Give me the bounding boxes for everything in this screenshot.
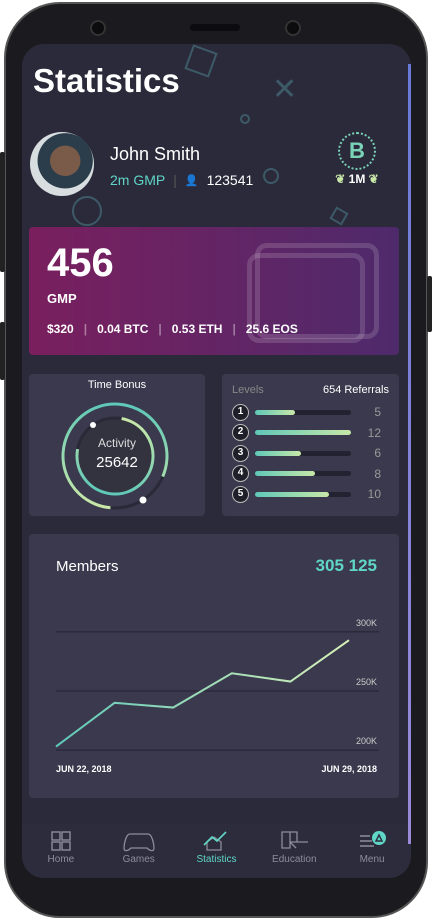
bixby-button xyxy=(0,322,5,380)
deco-circle xyxy=(240,114,250,124)
nav-home[interactable]: Home xyxy=(22,824,100,878)
time-bonus-card[interactable]: Time Bonus Activity 25642 xyxy=(29,374,205,516)
level-bar xyxy=(255,491,351,497)
user-name: John Smith xyxy=(110,144,201,164)
level-count: 5 xyxy=(374,405,381,420)
front-camera-icon xyxy=(90,20,106,36)
members-card[interactable]: Members 305 125 300K 250K 200K JUN 22, 2018… xyxy=(29,534,399,798)
levels-title: Levels xyxy=(232,384,264,396)
y-tick-label: 300K xyxy=(356,618,377,628)
level-number: 4 xyxy=(232,465,249,483)
deco-cross: ✕ xyxy=(272,73,298,106)
deco-square xyxy=(329,206,349,226)
deco-circle xyxy=(263,168,279,184)
level-count: 10 xyxy=(367,487,381,502)
home-grid-icon xyxy=(51,831,71,851)
level-bar xyxy=(255,450,351,456)
balance-eos: 25.6 EOS xyxy=(245,322,298,336)
avatar[interactable] xyxy=(30,132,94,196)
level-count: 6 xyxy=(374,446,381,461)
level-count: 8 xyxy=(374,466,381,481)
bitcoin-icon: B xyxy=(338,132,376,170)
screen: ✕ Statistics John Smith 2m GMP | 👤 12354… xyxy=(22,44,411,878)
activity-label: Activity xyxy=(97,436,136,450)
user-gmp: 2m GMP xyxy=(110,172,166,188)
speaker-grille xyxy=(190,24,240,31)
x-tick-label: JUN 22, 2018 xyxy=(56,764,112,774)
activity-value: 25642 xyxy=(96,454,138,471)
balance-amount: 456 xyxy=(47,241,114,285)
book-icon xyxy=(281,831,309,849)
deco-square xyxy=(184,44,218,78)
level-row: 5 10 xyxy=(232,484,389,505)
statistics-icon xyxy=(203,831,228,851)
nav-education[interactable]: Education xyxy=(255,824,333,878)
levels-card[interactable]: Levels 654 Referrals 1 5 2 12 3 6 4 8 5 10 xyxy=(222,374,399,516)
balance-unit: GMP xyxy=(47,291,77,306)
level-row: 2 12 xyxy=(232,423,389,444)
balance-usd: $320 xyxy=(47,322,74,336)
nav-games[interactable]: Games xyxy=(100,824,178,878)
nav-menu[interactable]: Menu xyxy=(333,824,411,878)
level-number: 5 xyxy=(232,485,249,503)
y-tick-label: 200K xyxy=(356,736,377,746)
screen-edge xyxy=(408,64,411,844)
x-tick-label: JUN 29, 2018 xyxy=(321,764,377,774)
time-bonus-title: Time Bonus xyxy=(87,379,147,391)
achievement-badge[interactable]: B ❦ 1M ❦ xyxy=(322,132,392,186)
balance-eth: 0.53 ETH xyxy=(171,322,223,336)
badge-label: 1M xyxy=(348,172,366,186)
divider: | xyxy=(173,172,177,188)
y-tick-label: 250K xyxy=(356,677,377,687)
balance-card[interactable]: 456 GMP $320 | 0.04 BTC | 0.53 ETH | 25.6 E… xyxy=(29,227,399,355)
level-row: 15 xyxy=(232,402,389,423)
level-bar xyxy=(255,430,351,436)
members-line xyxy=(55,639,350,748)
user-id: 123541 xyxy=(206,172,254,188)
level-count: 12 xyxy=(367,425,381,440)
laurel-icon: ❦ xyxy=(335,172,346,186)
gamepad-icon xyxy=(123,833,155,852)
level-number: 2 xyxy=(232,424,249,442)
level-bar xyxy=(255,471,351,477)
menu-icon xyxy=(360,831,387,847)
page-title: Statistics xyxy=(33,62,180,99)
balance-btc: 0.04 BTC xyxy=(97,322,149,336)
level-number: 1 xyxy=(232,403,249,421)
laurel-icon: ❦ xyxy=(368,172,379,186)
members-chart: 300K 250K 200K JUN 22, 2018 JUN 29, 2018 xyxy=(55,618,379,774)
level-row: 48 xyxy=(232,464,389,485)
bottom-nav: Home Games Statistics Education Menu xyxy=(22,824,411,878)
nav-statistics[interactable]: Statistics xyxy=(178,824,256,878)
level-bar xyxy=(255,409,351,415)
user-icon: 👤 xyxy=(184,174,199,187)
referrals-count: 654 Referrals xyxy=(322,384,389,396)
power-button xyxy=(427,276,432,332)
deco-circle xyxy=(72,196,102,226)
level-number: 3 xyxy=(232,444,249,462)
volume-button xyxy=(0,152,5,272)
sensor-icon xyxy=(285,20,301,36)
level-row: 36 xyxy=(232,443,389,464)
